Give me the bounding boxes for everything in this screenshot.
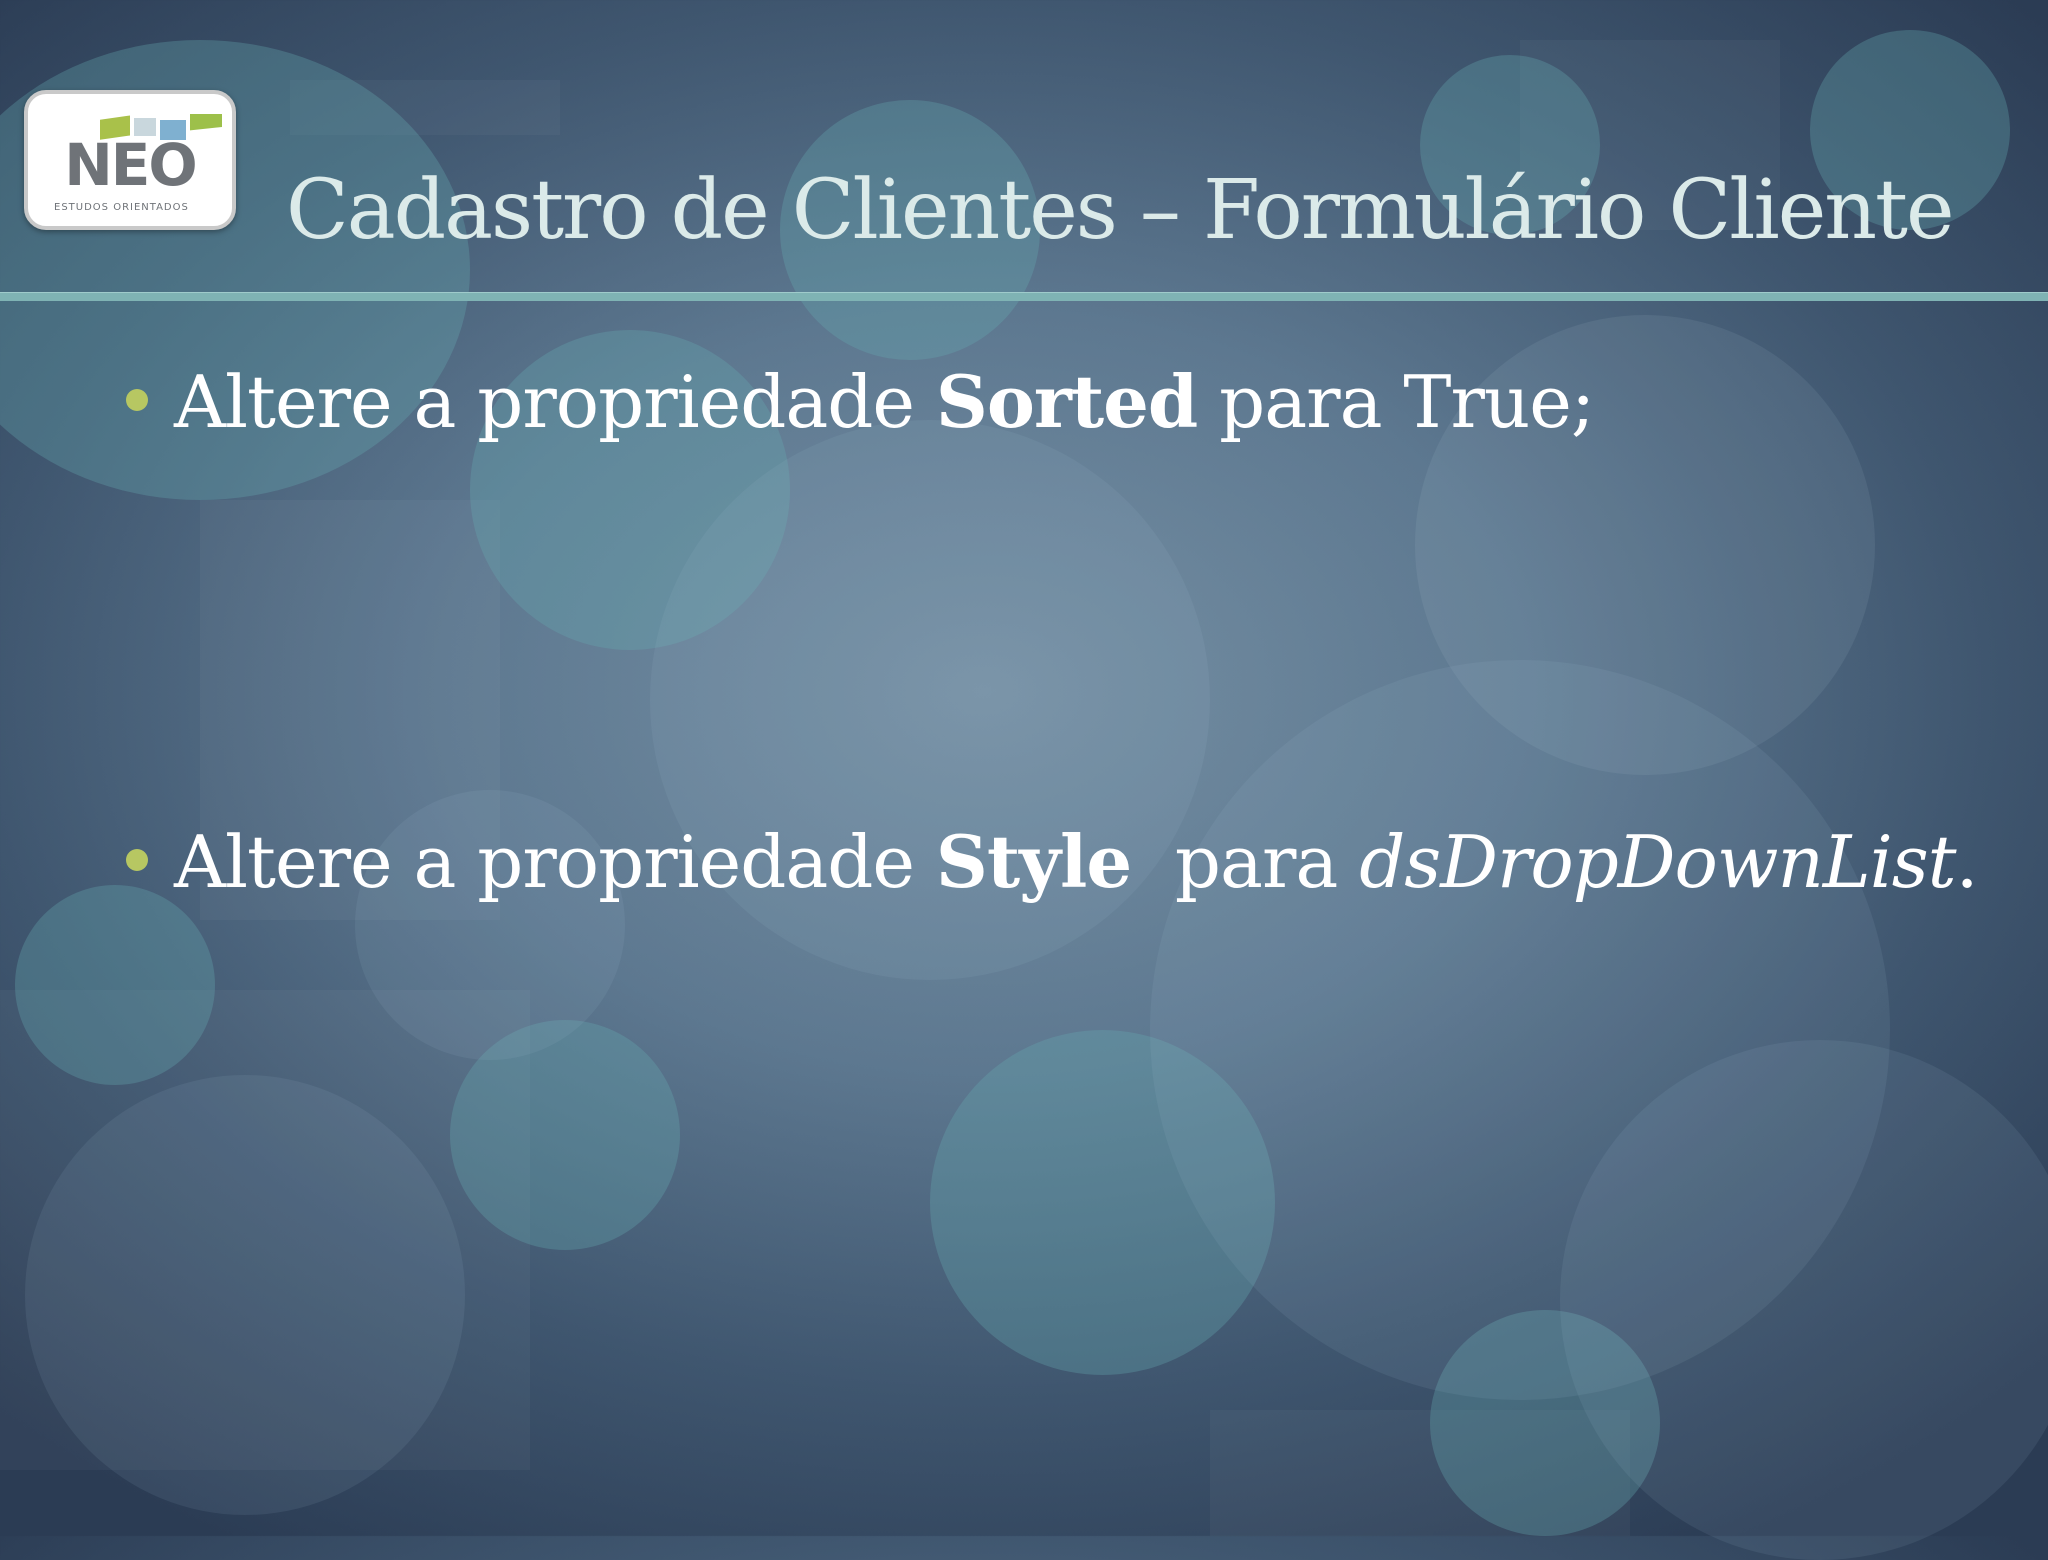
bullet-text-bold: Style [935, 819, 1132, 904]
title-divider [0, 292, 2048, 301]
bullet-item: Altere a propriedade Sorted para True; [126, 366, 1595, 438]
bullet-text-pre: Altere a propriedade [174, 360, 936, 444]
bullet-text-italic: dsDropDownList [1359, 820, 1956, 904]
bullet-text-mid: para True; [1197, 360, 1595, 444]
bullet-dot-icon [126, 849, 148, 871]
slide-title: Cadastro de Clientes – Formulário Client… [286, 163, 1955, 258]
bullet-text-mid: para [1131, 820, 1360, 904]
neo-logo: NEO ESTUDOS ORIENTADOS [24, 90, 236, 230]
bullet-dot-icon [126, 389, 148, 411]
logo-tagline: ESTUDOS ORIENTADOS [54, 202, 189, 213]
bullet-text-bold: Sorted [935, 359, 1198, 444]
bullet-text-pre: Altere a propriedade [174, 820, 936, 904]
bullet-text-post: . [1955, 820, 1979, 904]
bullet-item: Altere a propriedade Style para dsDropDo… [126, 826, 1978, 898]
logo-wordmark: NEO [64, 131, 197, 199]
